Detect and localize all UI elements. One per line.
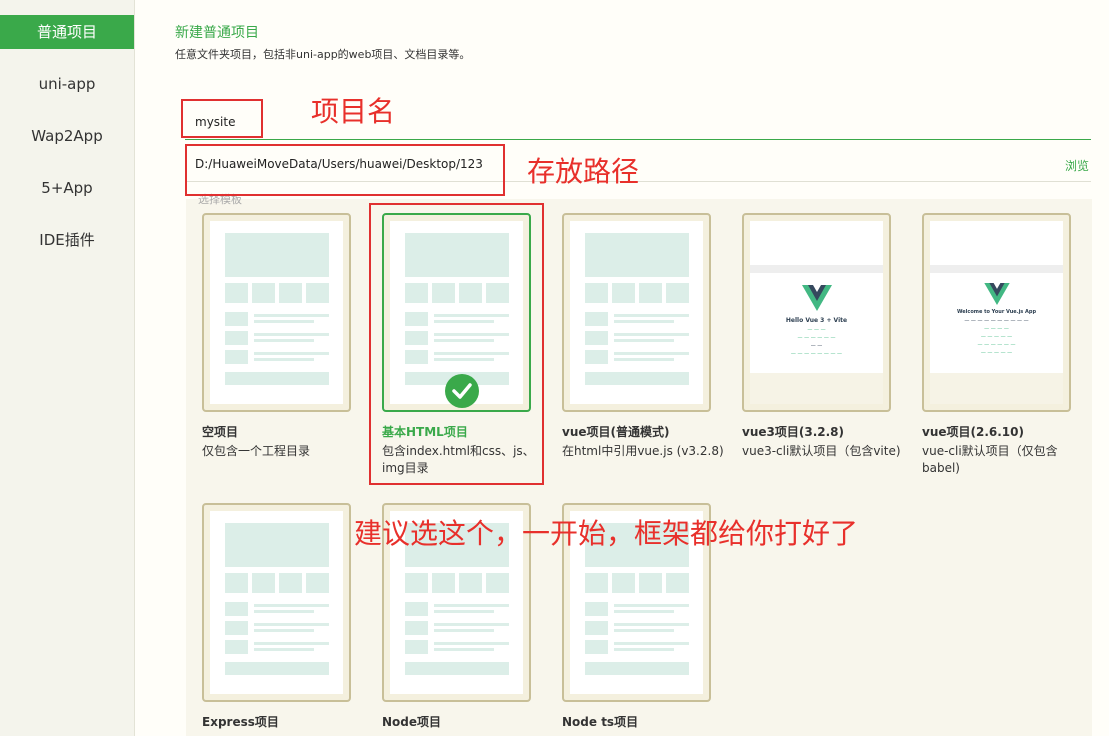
sidebar-item-uni-app[interactable]: uni-app xyxy=(0,67,134,101)
template-card[interactable] xyxy=(562,213,711,412)
annotation-box-path xyxy=(185,144,505,196)
preview-title: Hello Vue 3 + Vite xyxy=(785,317,848,324)
page-description: 任意文件夹项目，包括非uni-app的web项目、文档目录等。 xyxy=(175,48,471,61)
template-thumbnail xyxy=(210,221,343,404)
template-name: Node ts项目 xyxy=(562,715,639,729)
template-description: vue-cli默认项目（仅包含babel) xyxy=(922,444,1058,475)
vue-logo-icon xyxy=(802,285,832,311)
sidebar: 普通项目 uni-app Wap2App 5+App IDE插件 xyxy=(0,0,135,736)
sidebar-item-normal-project[interactable]: 普通项目 xyxy=(0,15,134,49)
template-card[interactable] xyxy=(202,213,351,412)
annotation-project-name: 项目名 xyxy=(311,95,396,128)
template-card[interactable] xyxy=(202,503,351,702)
template-description: 在html中引用vue.js (v3.2.8) xyxy=(562,444,724,458)
annotation-box-project-name xyxy=(181,99,263,138)
template-thumbnail: Hello Vue 3 + Vite — — — — — — — — — — —… xyxy=(750,221,883,404)
sidebar-item-5plus-app[interactable]: 5+App xyxy=(0,171,134,205)
project-name-underline xyxy=(185,139,1091,140)
vue-logo-icon xyxy=(984,283,1010,305)
template-name: vue项目(2.6.10) xyxy=(922,425,1024,439)
preview-title: Welcome to Your Vue.js App xyxy=(956,309,1037,315)
template-name: Node项目 xyxy=(382,715,442,729)
template-card[interactable]: Hello Vue 3 + Vite — — — — — — — — — — —… xyxy=(742,213,891,412)
template-thumbnail: Welcome to Your Vue.js App — — — — — — —… xyxy=(930,221,1063,404)
template-name: 空项目 xyxy=(202,425,239,439)
template-thumbnail xyxy=(210,511,343,694)
main-panel: 新建普通项目 任意文件夹项目，包括非uni-app的web项目、文档目录等。 m… xyxy=(135,0,1109,736)
annotation-path: 存放路径 xyxy=(527,155,640,188)
page-title: 新建普通项目 xyxy=(175,25,259,41)
browse-button[interactable]: 浏览 xyxy=(1065,157,1089,174)
template-name: vue项目(普通模式) xyxy=(562,425,670,439)
template-card[interactable]: Welcome to Your Vue.js App — — — — — — —… xyxy=(922,213,1071,412)
annotation-recommend: 建议选这个，一开始，框架都给你打好了 xyxy=(354,517,859,550)
sidebar-item-ide-plugin[interactable]: IDE插件 xyxy=(0,223,134,257)
template-name: Express项目 xyxy=(202,715,279,729)
sidebar-item-wap2app[interactable]: Wap2App xyxy=(0,119,134,153)
template-name: vue3项目(3.2.8) xyxy=(742,425,844,439)
annotation-box-html-template xyxy=(369,203,544,485)
template-description: 仅包含一个工程目录 xyxy=(202,444,311,458)
template-thumbnail xyxy=(570,221,703,404)
template-description: vue3-cli默认项目（包含vite) xyxy=(742,444,901,458)
template-panel: 空项目 仅包含一个工程目录 基本HTML项目 包含index.html和css、… xyxy=(186,199,1092,736)
